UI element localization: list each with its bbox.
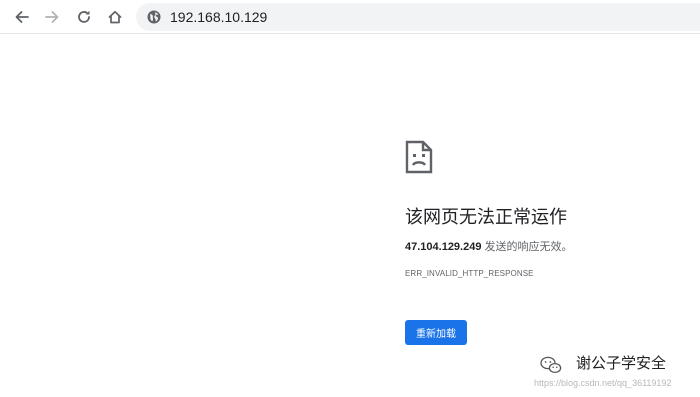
wechat-icon	[540, 356, 562, 374]
forward-button[interactable]	[40, 5, 64, 29]
address-bar[interactable]: 192.168.10.129	[136, 3, 700, 31]
error-description-text: 发送的响应无效。	[481, 241, 573, 253]
watermark-url: https://blog.csdn.net/qq_36119192	[534, 378, 672, 388]
watermark-text: 谢公子学安全	[576, 355, 667, 372]
error-description: 47.104.129.249 发送的响应无效。	[405, 240, 573, 254]
reload-button[interactable]	[72, 5, 96, 29]
arrow-right-icon	[45, 11, 59, 23]
watermark: 谢公子学安全	[540, 354, 695, 374]
sad-document-icon	[405, 140, 433, 174]
back-button[interactable]	[10, 5, 34, 29]
error-title: 该网页无法正常运作	[405, 207, 567, 227]
reload-icon	[78, 10, 90, 23]
browser-toolbar: 192.168.10.129	[0, 0, 700, 34]
reload-page-button[interactable]: 重新加载	[405, 320, 467, 345]
error-code: ERR_INVALID_HTTP_RESPONSE	[405, 269, 534, 278]
home-icon	[108, 10, 122, 24]
arrow-left-icon	[15, 11, 29, 23]
home-button[interactable]	[103, 5, 127, 29]
globe-icon[interactable]	[146, 9, 162, 25]
error-host: 47.104.129.249	[405, 241, 482, 253]
url-text[interactable]: 192.168.10.129	[170, 9, 267, 25]
